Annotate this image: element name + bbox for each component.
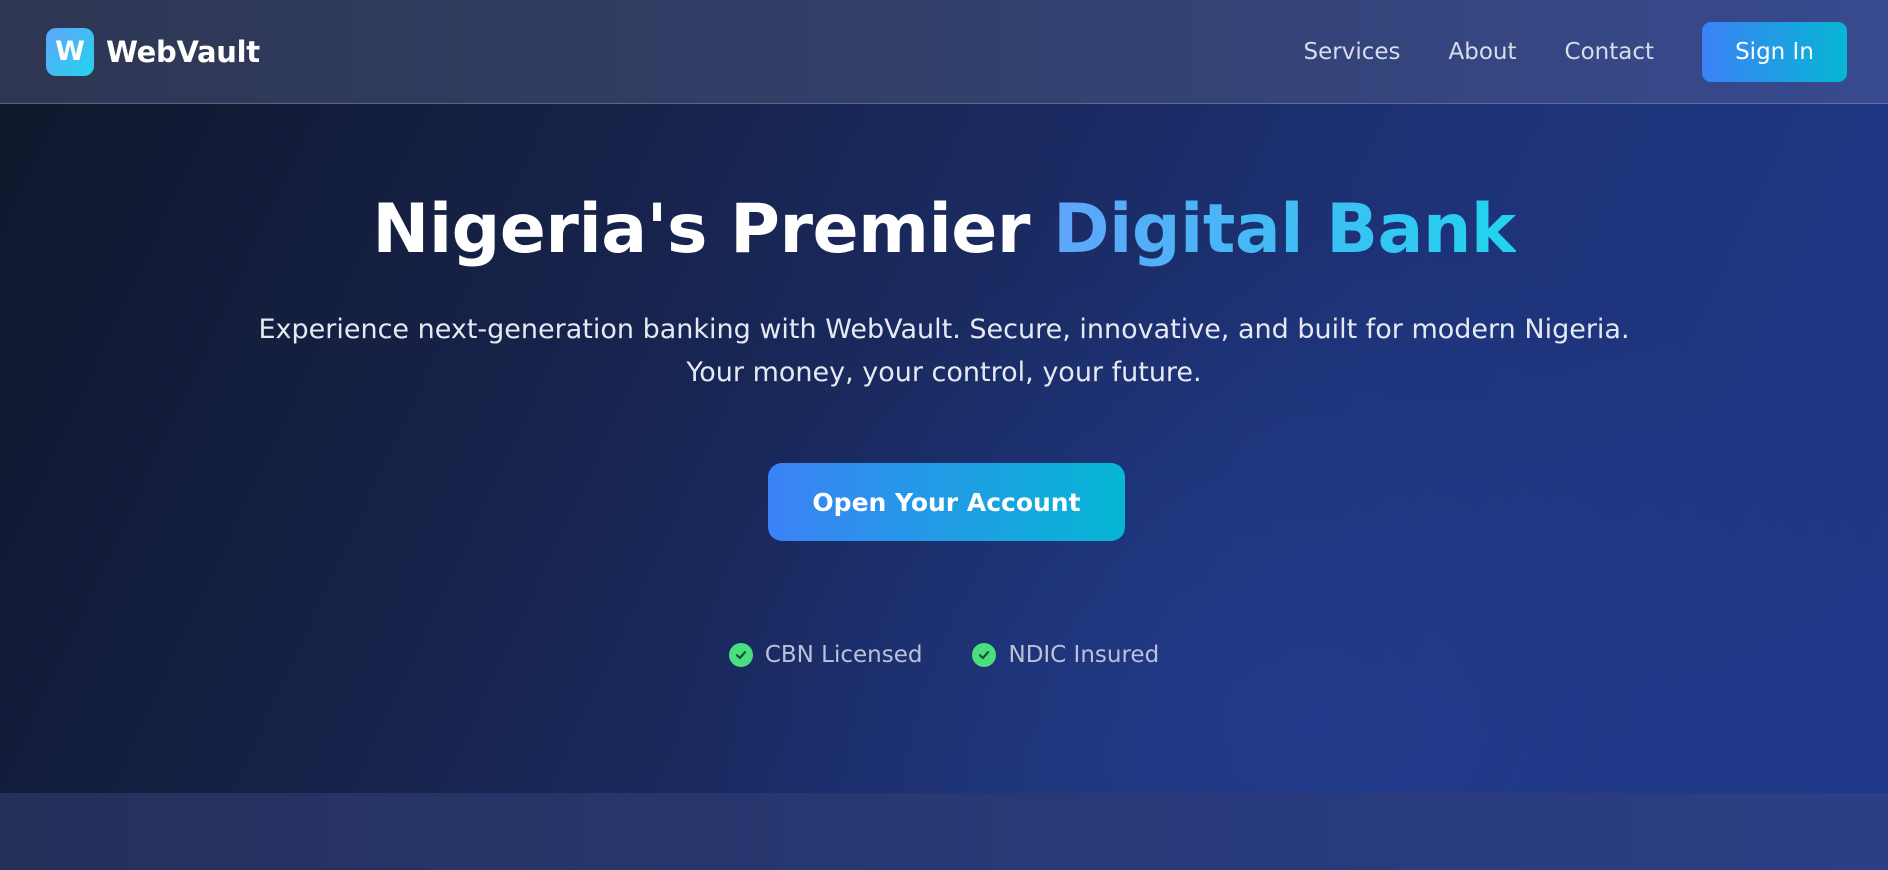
hero-subtitle-line2: Your money, your control, your future. xyxy=(686,357,1202,388)
hero-title-main: Nigeria's Premier xyxy=(372,190,1054,269)
badge-label: NDIC Insured xyxy=(1008,642,1160,668)
nav-link-contact[interactable]: Contact xyxy=(1565,39,1654,65)
sign-in-button[interactable]: Sign In xyxy=(1702,21,1847,82)
trust-badges: CBN Licensed NDIC Insured xyxy=(0,642,1888,668)
brand-name: WebVault xyxy=(106,34,260,69)
badge-cbn-licensed: CBN Licensed xyxy=(728,642,923,668)
check-circle-icon xyxy=(972,643,997,667)
brand[interactable]: W WebVault xyxy=(46,27,260,76)
hero-subtitle-line1: Experience next-generation banking with … xyxy=(258,314,1630,345)
next-section xyxy=(0,793,1888,870)
nav-link-about[interactable]: About xyxy=(1449,39,1517,65)
hero-subtitle: Experience next-generation banking with … xyxy=(0,308,1888,394)
page: W WebVault Services About Contact Sign I… xyxy=(0,0,1888,870)
main-nav: Services About Contact Sign In xyxy=(1304,21,1847,82)
hero-section: Nigeria's Premier Digital Bank Experienc… xyxy=(0,105,1888,793)
check-circle-icon xyxy=(728,643,753,667)
logo-icon: W xyxy=(46,27,94,76)
badge-ndic-insured: NDIC Insured xyxy=(972,642,1159,668)
hero-title-accent: Digital Bank xyxy=(1053,190,1516,269)
nav-link-services[interactable]: Services xyxy=(1304,39,1401,65)
open-account-button[interactable]: Open Your Account xyxy=(768,463,1125,541)
site-header: W WebVault Services About Contact Sign I… xyxy=(0,0,1888,104)
hero-title: Nigeria's Premier Digital Bank xyxy=(0,190,1888,269)
badge-label: CBN Licensed xyxy=(764,642,923,668)
